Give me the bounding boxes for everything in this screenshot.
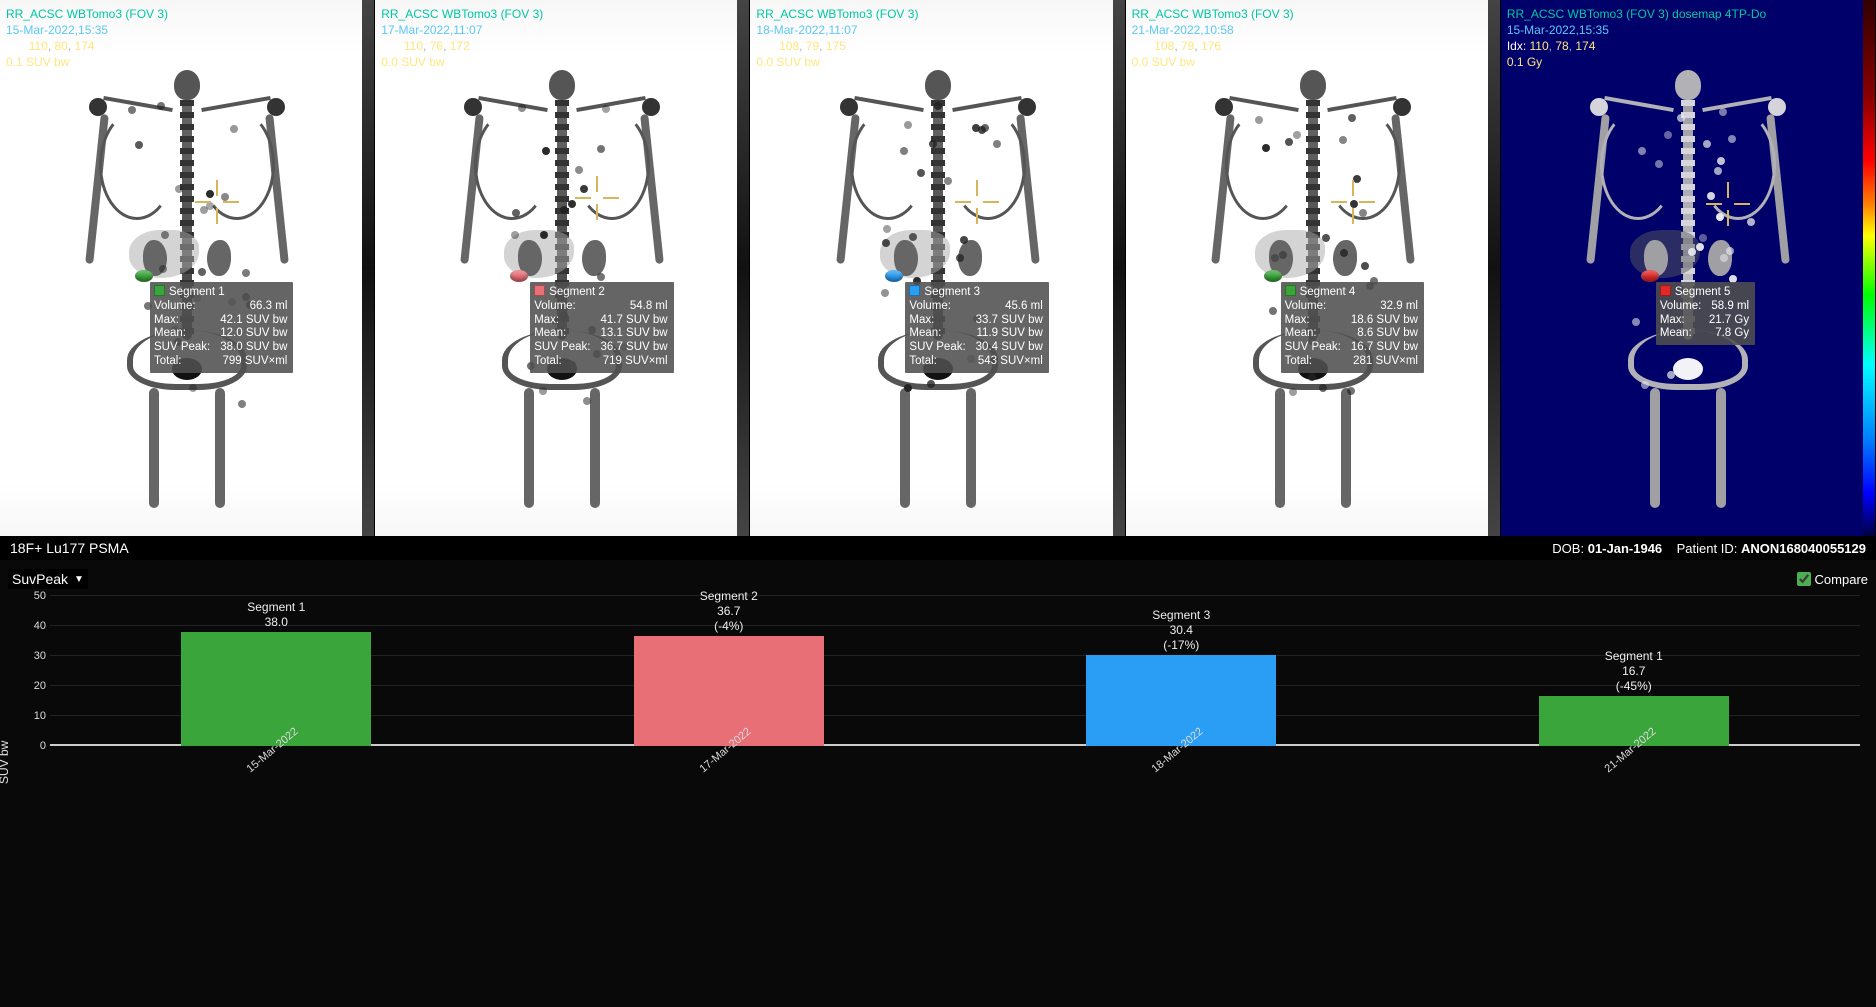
bar-slot: Segment 116.7(-45%)21-Mar-2022 [1408, 596, 1861, 746]
colorbar [1113, 0, 1125, 536]
bar-label: Segment 236.7(-4%) [700, 589, 758, 634]
viewport-3[interactable]: RR_ACSC WBTomo3 (FOV 3)18-Mar-2022,11:07… [750, 0, 1125, 536]
bar[interactable] [181, 632, 371, 746]
segment-info-box: Segment 3Volume:45.6 mlMax:33.7 SUV bwMe… [905, 282, 1048, 373]
viewport-5[interactable]: RR_ACSC WBTomo3 (FOV 3) dosemap 4TP-Do15… [1501, 0, 1876, 536]
segment-info-box: Segment 5Volume:58.9 mlMax:21.7 GyMean:7… [1656, 282, 1755, 345]
overlay-unit: 0.1 SUV bw [6, 54, 69, 70]
dob-value: 01-Jan-1946 [1588, 541, 1662, 556]
roi-marker[interactable] [135, 270, 153, 282]
pid-value: ANON168040055129 [1741, 541, 1866, 556]
overlay-idx: Idx: 110, 78, 174 [1507, 38, 1596, 54]
chart-y-axis-label: SUV bw [0, 740, 11, 783]
overlay-study-date: 15-Mar-2022,15:35 [6, 22, 108, 38]
colorbar [1488, 0, 1500, 536]
tracer-label: 18F+ Lu177 PSMA [10, 540, 129, 556]
overlay-idx: Idx: 110, 76, 172 [381, 38, 470, 54]
overlay-study-date: 21-Mar-2022,10:58 [1132, 22, 1234, 38]
overlay-study-date: 18-Mar-2022,11:07 [756, 22, 857, 38]
roi-marker[interactable] [1264, 270, 1282, 282]
bar-slot: Segment 330.4(-17%)18-Mar-2022 [955, 596, 1408, 746]
chart-metric-label: SuvPeak [12, 571, 68, 587]
bars-container: Segment 138.015-Mar-2022Segment 236.7(-4… [50, 596, 1860, 746]
y-tick: 10 [20, 710, 46, 722]
pid-label: Patient ID: [1677, 541, 1738, 556]
chevron-down-icon: ▼ [74, 574, 84, 585]
overlay-unit: 0.0 SUV bw [756, 54, 819, 70]
patient-meta-bar: 18F+ Lu177 PSMA DOB: 01-Jan-1946 Patient… [0, 536, 1876, 560]
bar-label: Segment 138.0 [247, 600, 305, 630]
y-tick: 0 [20, 740, 46, 752]
compare-checkbox[interactable] [1797, 572, 1811, 586]
bar-label: Segment 116.7(-45%) [1605, 649, 1663, 694]
overlay-study-date: 17-Mar-2022,11:07 [381, 22, 482, 38]
overlay-unit: 0.1 Gy [1507, 54, 1542, 70]
compare-label: Compare [1815, 572, 1868, 587]
overlay-study-date: 15-Mar-2022,15:35 [1507, 22, 1609, 38]
y-tick: 50 [20, 590, 46, 602]
viewport-row: RR_ACSC WBTomo3 (FOV 3)15-Mar-2022,15:35… [0, 0, 1876, 536]
overlay-study-name: RR_ACSC WBTomo3 (FOV 3) [6, 6, 168, 22]
roi-marker[interactable] [1641, 270, 1659, 282]
chart-metric-dropdown[interactable]: SuvPeak ▼ [8, 569, 88, 589]
overlay-idx: Idx: 108, 79, 175 [756, 38, 845, 54]
overlay-unit: 0.0 SUV bw [1132, 54, 1195, 70]
viewport-4[interactable]: RR_ACSC WBTomo3 (FOV 3)21-Mar-2022,10:58… [1126, 0, 1501, 536]
bar[interactable] [1086, 655, 1276, 746]
colorbar [737, 0, 749, 536]
overlay-study-name: RR_ACSC WBTomo3 (FOV 3) [756, 6, 918, 22]
overlay-study-name: RR_ACSC WBTomo3 (FOV 3) [1132, 6, 1294, 22]
patient-right: DOB: 01-Jan-1946 Patient ID: ANON1680400… [1552, 541, 1866, 556]
bar[interactable] [634, 636, 824, 746]
y-tick: 30 [20, 650, 46, 662]
bar-label: Segment 330.4(-17%) [1152, 608, 1210, 653]
dob-label: DOB: [1552, 541, 1584, 556]
overlay-unit: 0.0 SUV bw [381, 54, 444, 70]
y-tick: 40 [20, 620, 46, 632]
chart-panel: SuvPeak ▼ Compare SUV bw 01020304050Segm… [0, 560, 1876, 1007]
colorbar [362, 0, 374, 536]
viewport-1[interactable]: RR_ACSC WBTomo3 (FOV 3)15-Mar-2022,15:35… [0, 0, 375, 536]
segment-info-box: Segment 1Volume:66.3 mlMax:42.1 SUV bwMe… [150, 282, 293, 373]
bar-chart: 01020304050Segment 138.015-Mar-2022Segme… [50, 596, 1868, 776]
y-tick: 20 [20, 680, 46, 692]
overlay-study-name: RR_ACSC WBTomo3 (FOV 3) [381, 6, 543, 22]
viewport-2[interactable]: RR_ACSC WBTomo3 (FOV 3)17-Mar-2022,11:07… [375, 0, 750, 536]
overlay-idx: Idx: 110, 80, 174 [6, 38, 95, 54]
bar-slot: Segment 138.015-Mar-2022 [50, 596, 503, 746]
segment-info-box: Segment 2Volume:54.8 mlMax:41.7 SUV bwMe… [530, 282, 673, 373]
colorbar [1863, 0, 1875, 536]
segment-info-box: Segment 4Volume:32.9 mlMax:18.6 SUV bwMe… [1281, 282, 1424, 373]
bar-slot: Segment 236.7(-4%)17-Mar-2022 [503, 596, 956, 746]
compare-toggle[interactable]: Compare [1797, 572, 1868, 587]
overlay-idx: Idx: 108, 79, 176 [1132, 38, 1221, 54]
overlay-study-name: RR_ACSC WBTomo3 (FOV 3) dosemap 4TP-Do [1507, 6, 1766, 22]
